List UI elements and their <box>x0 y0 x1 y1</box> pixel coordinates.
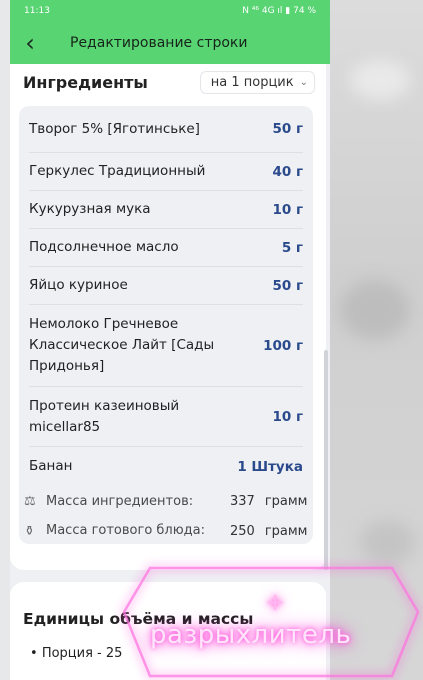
neon-plus-sign: + <box>265 588 286 616</box>
ingredient-name: Банан <box>29 458 73 474</box>
status-bar: 11:13 N ⁴⁶ 4G ıl ▮ 74 % <box>10 0 330 22</box>
ingredients-mass-unit: грамм <box>264 494 308 509</box>
ingredient-quantity: 50 г <box>272 121 303 137</box>
blurred-background <box>330 0 423 680</box>
units-portion-text: Порция - 25 <box>41 646 123 661</box>
ingredient-row[interactable]: Творог 5% [Яготинське] 50 г <box>29 106 303 153</box>
ingredients-mass-label: Масса ингредиентов: <box>46 494 194 509</box>
ingredient-quantity: 50 г <box>272 277 303 294</box>
ingredient-row[interactable]: Яйцо куриное 50 г <box>29 267 303 305</box>
ingredient-quantity: 10 г <box>272 201 303 218</box>
dish-mass-label: Масса готового блюда: <box>46 523 206 538</box>
ingredient-quantity: 10 г <box>272 408 303 425</box>
status-icons: N ⁴⁶ 4G ıl ▮ 74 % <box>242 6 316 16</box>
chevron-down-icon: ⌄ <box>299 76 308 88</box>
ingredients-title: Ингредиенты <box>23 72 148 92</box>
ingredient-row[interactable]: Немолоко Гречневое Классическое Лайт [Са… <box>29 305 303 387</box>
ingredient-quantity: 40 г <box>272 163 303 180</box>
back-arrow-icon[interactable]: ‹ <box>10 29 50 57</box>
ingredient-row[interactable]: Кукурузная мука 10 г <box>29 191 303 229</box>
ingredient-name: Кукурузная мука <box>29 201 151 217</box>
dish-mass-value: 250 <box>230 523 255 539</box>
page-title: Редактирование строки <box>70 35 248 51</box>
dish-mass-unit: грамм <box>264 523 308 539</box>
ingredient-list: Творог 5% [Яготинське] 50 г Геркулес Тра… <box>19 106 313 544</box>
ingredient-name: Геркулес Традиционный <box>29 163 206 179</box>
signal-icons: N ⁴⁶ 4G ıl <box>242 6 283 16</box>
scrollbar[interactable] <box>324 350 328 570</box>
ingredient-name: Протеин казеиновый micellar85 <box>29 397 180 435</box>
units-list-item: • Порция - 25 <box>30 646 123 661</box>
status-time: 11:13 <box>24 6 50 16</box>
ingredient-row[interactable]: Протеин казеиновый micellar85 10 г <box>29 387 303 447</box>
ingredients-header: Ингредиенты на 1 порцик ⌄ <box>23 64 315 100</box>
neon-overlay-text: разрыхлитель <box>150 620 352 650</box>
ingredients-mass-value: 337 <box>230 494 255 509</box>
ingredient-quantity: 1 Штука <box>237 458 303 475</box>
ingredient-row[interactable]: Банан 1 Штука <box>29 447 303 486</box>
portion-dropdown-value: на 1 порцик <box>210 74 294 90</box>
ingredient-row[interactable]: Геркулес Традиционный 40 г <box>29 153 303 191</box>
ingredient-quantity: 100 г <box>263 337 303 354</box>
ingredients-mass-row: ⚖ Масса ингредиентов: 337 грамм <box>24 494 316 509</box>
ingredient-name: Творог 5% [Яготинське] <box>29 120 200 137</box>
ingredient-name: Яйцо куриное <box>29 277 128 293</box>
ingredient-row[interactable]: Подсолнечное масло 5 г <box>29 229 303 267</box>
portion-dropdown[interactable]: на 1 порцик ⌄ <box>199 70 315 94</box>
ingredient-quantity: 5 г <box>281 239 303 256</box>
scale-icon: ⚖ <box>24 494 36 509</box>
battery-level: 74 % <box>293 6 316 16</box>
battery-icon: ▮ <box>285 6 291 16</box>
ingredient-name: Подсолнечное масло <box>29 239 179 255</box>
ingredient-name: Немолоко Гречневое Классическое Лайт [Са… <box>29 316 215 374</box>
dish-mass-row: ⚱ Масса готового блюда: 250 грамм <box>24 522 316 540</box>
pot-icon: ⚱ <box>24 523 35 539</box>
app-bar: ‹ Редактирование строки <box>10 22 330 64</box>
ingredients-card: Ингредиенты на 1 порцик ⌄ Творог 5% [Яго… <box>10 64 326 570</box>
phone-screen: 11:13 N ⁴⁶ 4G ıl ▮ 74 % ‹ Редактирование… <box>10 0 330 680</box>
